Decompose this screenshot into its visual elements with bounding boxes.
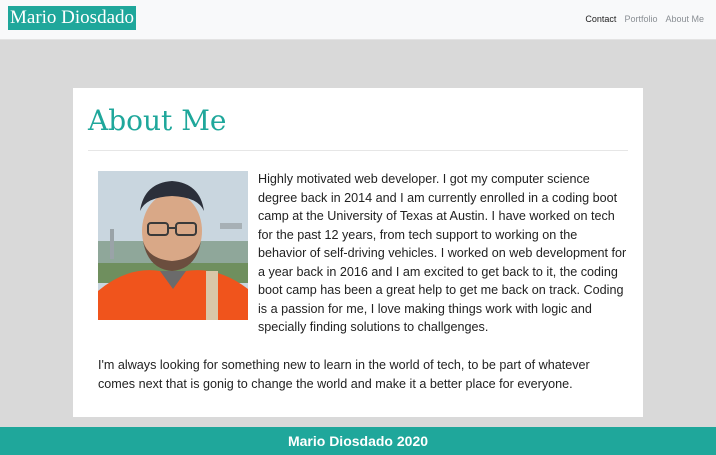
footer: Mario Diosdado 2020 xyxy=(0,427,716,455)
profile-photo xyxy=(98,171,248,320)
brand-logo[interactable]: Mario Diosdado xyxy=(8,6,137,30)
nav-link-portfolio[interactable]: Portfolio xyxy=(624,14,657,24)
bio-paragraph-secondary: I'm always looking for something new to … xyxy=(98,358,590,391)
bio-paragraph: Highly motivated web developer. I got my… xyxy=(258,172,627,334)
nav-link-contact[interactable]: Contact xyxy=(585,14,616,24)
page-title: About Me xyxy=(88,104,227,137)
nav-link-about-me[interactable]: About Me xyxy=(665,14,704,24)
title-divider xyxy=(88,150,628,151)
navbar: Mario Diosdado Contact Portfolio About M… xyxy=(0,0,716,40)
about-card: About Me Highly motivated web developer.… xyxy=(73,88,643,417)
nav-links: Contact Portfolio About Me xyxy=(585,14,704,24)
